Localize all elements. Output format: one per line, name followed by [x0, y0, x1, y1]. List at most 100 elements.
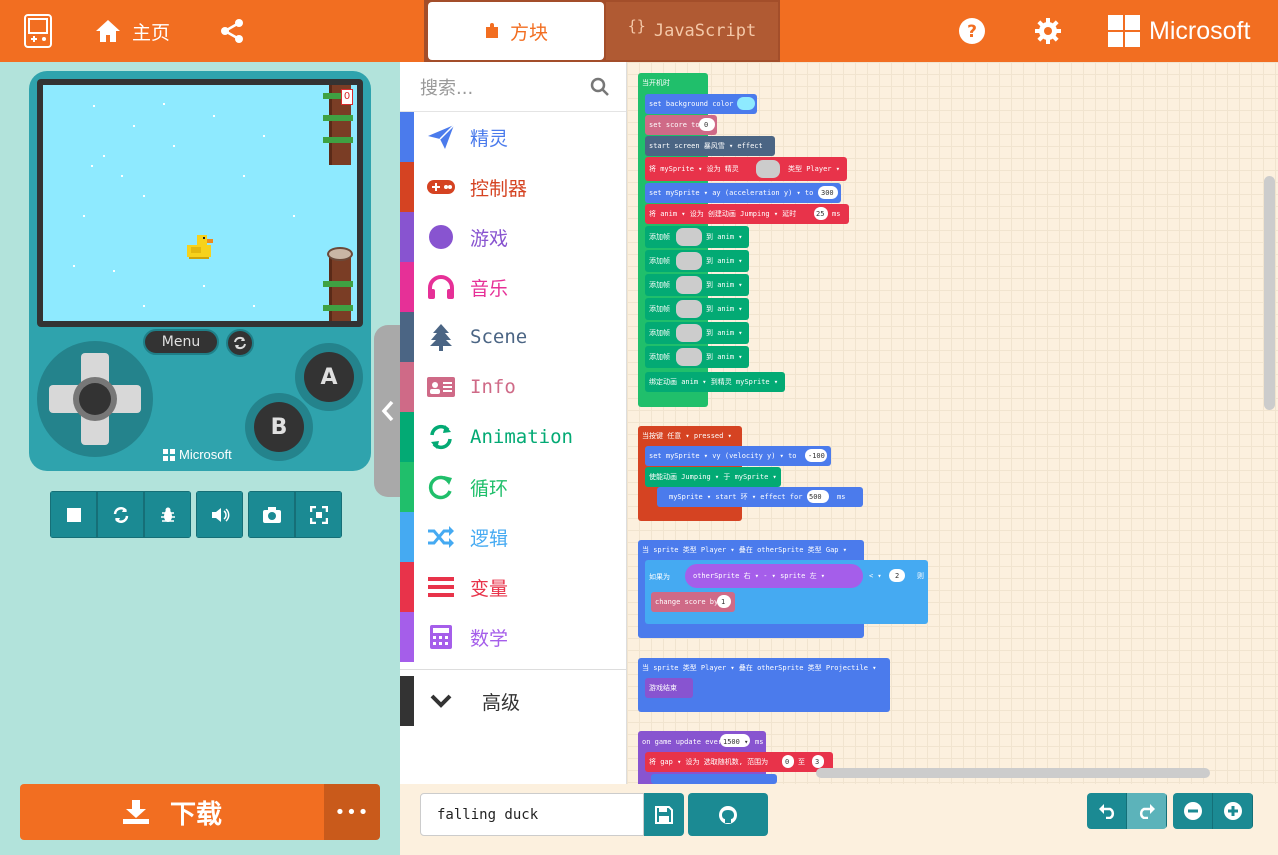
- project-name-input[interactable]: falling duck: [420, 793, 644, 836]
- block-text: < ▾: [869, 572, 882, 580]
- category-loops[interactable]: 循环: [400, 462, 626, 512]
- chevron-down-icon: [430, 694, 452, 708]
- frame-image-field[interactable]: [676, 348, 702, 366]
- category-math[interactable]: 数学: [400, 612, 626, 662]
- menu-button[interactable]: Menu: [143, 329, 219, 355]
- block-text: 当 sprite 类型 Player ▾ 叠在 otherSprite 类型 P…: [642, 664, 877, 672]
- block-text: start screen 暴风雪 ▾ effect: [649, 142, 763, 150]
- help-icon[interactable]: ?: [958, 17, 986, 45]
- blocks-workspace[interactable]: 当开机时 set background color to set score t…: [626, 62, 1278, 784]
- category-label: Info: [470, 376, 516, 398]
- block-text: set background color to: [649, 100, 746, 108]
- tab-javascript[interactable]: {} JavaScript: [606, 2, 778, 60]
- block-text: mySprite ▾ start 环 ▾ effect for: [669, 493, 803, 501]
- id-card-icon: [427, 377, 455, 397]
- gamepad-icon: [427, 180, 455, 194]
- microsoft-wordmark: Microsoft: [1149, 16, 1251, 45]
- block-text: 将 anim ▾ 设为 创建动画 Jumping ▾ 延时: [649, 210, 797, 218]
- category-label: 高级: [482, 691, 521, 714]
- category-sprites[interactable]: 精灵: [400, 112, 626, 162]
- loop-icon: [428, 475, 452, 500]
- category-label: 循环: [470, 477, 509, 500]
- block-text: 添加帧: [649, 233, 670, 241]
- next-block-partial[interactable]: [651, 774, 777, 784]
- zoom-group: [1173, 793, 1253, 829]
- workspace-horizontal-scrollbar[interactable]: [816, 768, 1210, 778]
- block-text: 添加帧: [649, 353, 670, 361]
- b-button[interactable]: B: [245, 393, 313, 461]
- block-text: ms: [755, 738, 764, 746]
- github-button[interactable]: [688, 793, 768, 836]
- home-button[interactable]: 主页: [94, 17, 170, 45]
- field-value: 1500 ▾: [723, 738, 749, 746]
- collapse-simulator-button[interactable]: [374, 325, 402, 497]
- category-advanced[interactable]: 高级: [400, 676, 626, 726]
- screenshot-button[interactable]: [248, 491, 295, 538]
- tab-blocks[interactable]: 方块: [428, 2, 604, 60]
- block-text: 当开机时: [642, 79, 670, 87]
- block-text: ms: [837, 493, 846, 501]
- fullscreen-button[interactable]: [295, 491, 342, 538]
- frame-image-field[interactable]: [676, 324, 702, 342]
- redo-button[interactable]: [1127, 793, 1167, 829]
- field-value: 500: [809, 493, 822, 501]
- download-more-button[interactable]: •••: [324, 784, 380, 840]
- a-button[interactable]: A: [295, 343, 363, 411]
- block-text: 如果为: [649, 573, 670, 581]
- frame-image-field[interactable]: [676, 300, 702, 318]
- microsoft-squares-icon: [1108, 15, 1140, 47]
- block-text: 将 gap ▾ 设为 选取随机数, 范围为: [649, 758, 769, 766]
- field-value: 2: [895, 572, 900, 580]
- category-logic[interactable]: 逻辑: [400, 512, 626, 562]
- github-icon: [719, 805, 737, 824]
- debug-button[interactable]: [144, 491, 191, 538]
- block-text: 至: [798, 758, 805, 766]
- category-animation[interactable]: Animation: [400, 412, 626, 462]
- block-text: change score by: [655, 598, 719, 606]
- zoom-out-button[interactable]: [1173, 793, 1213, 829]
- mute-button[interactable]: [196, 491, 243, 538]
- download-button[interactable]: 下载: [20, 784, 324, 840]
- restart-sim-button[interactable]: [97, 491, 144, 538]
- search-icon[interactable]: [590, 77, 610, 97]
- arcade-logo-icon[interactable]: [24, 14, 52, 48]
- share-icon[interactable]: [218, 17, 246, 45]
- frame-image-field[interactable]: [676, 228, 702, 246]
- field-value: 0: [704, 121, 709, 129]
- screen-frame: 0: [37, 79, 363, 327]
- game-screen[interactable]: 0: [43, 85, 357, 321]
- restart-button[interactable]: [226, 329, 254, 357]
- zoom-in-icon: [1223, 802, 1242, 820]
- frame-image-field[interactable]: [676, 276, 702, 294]
- gear-icon[interactable]: [1034, 17, 1062, 45]
- sprite-image-field[interactable]: [756, 160, 780, 178]
- block-text: set mySprite ▾ vy (velocity y) ▾ to: [649, 452, 797, 460]
- microsoft-logo[interactable]: Microsoft: [1108, 15, 1250, 47]
- download-icon: [122, 800, 149, 824]
- color-picker-field[interactable]: [737, 97, 755, 110]
- category-variables[interactable]: 变量: [400, 562, 626, 612]
- block-text: 到 anim ▾: [706, 329, 743, 337]
- calculator-icon: [430, 625, 452, 649]
- block-text: 使能动画 Jumping ▾ 于 mySprite ▾: [649, 473, 777, 481]
- block-text: on game update every: [642, 738, 727, 746]
- game-console: 0 Menu A B Microsoft: [29, 71, 371, 471]
- workspace-vertical-scrollbar[interactable]: [1264, 176, 1275, 410]
- home-icon: [96, 20, 120, 42]
- category-game[interactable]: 游戏: [400, 212, 626, 262]
- zoom-in-button[interactable]: [1213, 793, 1253, 829]
- simulator-toolbar: [50, 491, 347, 538]
- category-scene[interactable]: Scene: [400, 312, 626, 362]
- stop-button[interactable]: [50, 491, 97, 538]
- category-controller[interactable]: 控制器: [400, 162, 626, 212]
- home-label: 主页: [132, 21, 171, 44]
- bug-icon: [160, 507, 175, 522]
- save-button[interactable]: [644, 793, 684, 836]
- category-music[interactable]: 音乐: [400, 262, 626, 312]
- block-text: 添加帧: [649, 329, 670, 337]
- undo-button[interactable]: [1087, 793, 1127, 829]
- category-info[interactable]: Info: [400, 362, 626, 412]
- frame-image-field[interactable]: [676, 252, 702, 270]
- block-text: 到 anim ▾: [706, 281, 743, 289]
- dpad[interactable]: [37, 341, 153, 457]
